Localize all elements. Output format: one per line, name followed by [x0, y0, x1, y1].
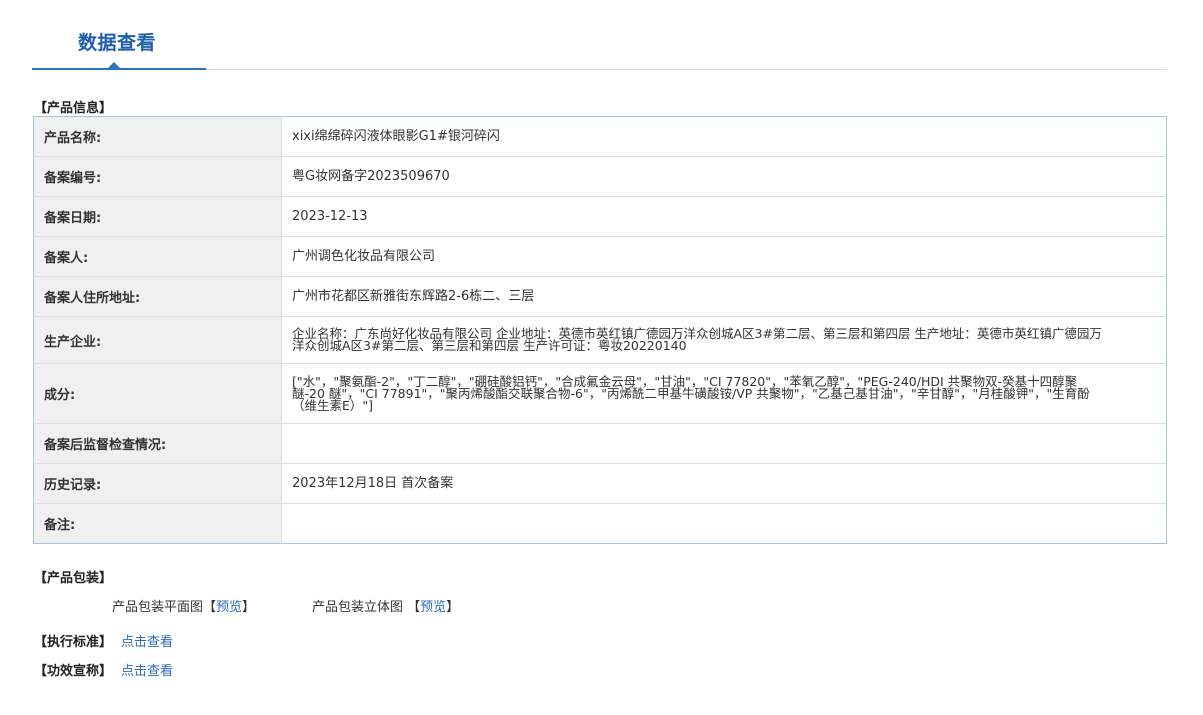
packaging-solid: 产品包装立体图 【预览】: [312, 596, 459, 615]
row-value: 粤G妆网备字2023509670: [281, 156, 1167, 197]
row-label: 备案人:: [33, 236, 282, 277]
section-standard: 【执行标准】: [34, 635, 113, 650]
row-label: 历史记录:: [33, 463, 282, 504]
row-label: 备案后监督检查情况:: [33, 423, 282, 464]
row-value: [281, 423, 1167, 464]
row-value: 2023-12-13: [281, 196, 1167, 237]
row-label: 备案日期:: [33, 196, 282, 237]
section-packaging: 【产品包装】: [34, 571, 113, 586]
row-value: 2023年12月18日 首次备案: [281, 463, 1167, 504]
tab-bar: 数据查看: [32, 0, 1167, 72]
table-row: 历史记录: 2023年12月18日 首次备案: [33, 463, 1167, 504]
tab-divider: [206, 69, 1167, 70]
table-row: 备案人: 广州调色化妆品有限公司: [33, 236, 1167, 277]
row-label: 产品名称:: [33, 116, 282, 157]
table-row: 备案编号: 粤G妆网备字2023509670: [33, 156, 1167, 197]
packaging-flat-preview-link[interactable]: 预览: [216, 600, 242, 615]
packaging-solid-label: 产品包装立体图 【: [312, 600, 421, 615]
row-label: 备案人住所地址:: [33, 276, 282, 317]
table-row: 备案人住所地址: 广州市花都区新雅街东辉路2-6栋二、三层: [33, 276, 1167, 317]
row-label: 生产企业:: [33, 316, 282, 364]
efficacy-view-link[interactable]: 点击查看: [121, 660, 173, 679]
table-row: 生产企业: 企业名称：广东尚好化妆品有限公司 企业地址：英德市英红镇广德园万洋众…: [33, 316, 1167, 364]
row-value: 广州市花都区新雅街东辉路2-6栋二、三层: [281, 276, 1167, 317]
row-value: xixi绵绵碎闪液体眼影G1#银河碎闪: [281, 116, 1167, 157]
table-row: 备注:: [33, 503, 1167, 544]
table-row: 备案后监督检查情况:: [33, 423, 1167, 464]
row-value: ["水"，"聚氨酯-2"，"丁二醇"，"硼硅酸铝钙"，"合成氟金云母"，"甘油"…: [281, 363, 1167, 424]
standard-view-link[interactable]: 点击查看: [121, 631, 173, 650]
packaging-flat-bracket: 】: [242, 600, 256, 615]
row-label: 备案编号:: [33, 156, 282, 197]
packaging-flat: 产品包装平面图【预览】: [112, 596, 255, 615]
row-label: 备注:: [33, 503, 282, 544]
packaging-solid-preview-link[interactable]: 预览: [420, 600, 446, 615]
row-value: [282, 504, 1167, 544]
packaging-solid-bracket: 】: [446, 600, 460, 615]
row-label: 成分:: [33, 363, 282, 424]
table-row: 备案日期: 2023-12-13: [33, 196, 1167, 237]
row-value: 企业名称：广东尚好化妆品有限公司 企业地址：英德市英红镇广德园万洋众创城A区3#…: [281, 316, 1167, 364]
active-tab-underline: [32, 68, 206, 70]
row-value: 广州调色化妆品有限公司: [281, 236, 1167, 277]
tab-data-view[interactable]: 数据查看: [78, 28, 156, 55]
table-row: 产品名称: xixi绵绵碎闪液体眼影G1#银河碎闪: [33, 116, 1167, 157]
packaging-flat-label: 产品包装平面图【: [112, 600, 217, 615]
section-efficacy: 【功效宣称】: [34, 664, 113, 679]
active-tab-caret-icon: [108, 62, 120, 68]
product-info-table: 产品名称: xixi绵绵碎闪液体眼影G1#银河碎闪 备案编号: 粤G妆网备字20…: [33, 116, 1167, 544]
section-product-info: 【产品信息】: [34, 101, 113, 116]
table-row: 成分: ["水"，"聚氨酯-2"，"丁二醇"，"硼硅酸铝钙"，"合成氟金云母"，…: [33, 363, 1167, 424]
